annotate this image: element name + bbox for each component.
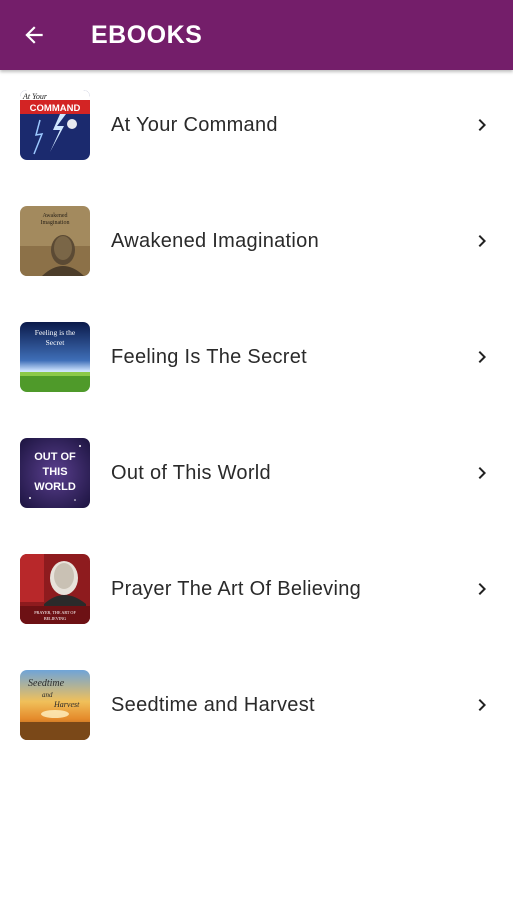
arrow-left-icon: [25, 26, 43, 44]
book-cover-awakened-imagination: Awakened Imagination: [20, 206, 90, 276]
book-cover-feeling-is-the-secret: Feeling is the Secret: [20, 322, 90, 392]
svg-text:BELIEVING: BELIEVING: [44, 616, 66, 621]
svg-text:Seedtime: Seedtime: [28, 678, 65, 689]
list-item-feeling-is-the-secret[interactable]: Feeling is the Secret Feeling Is The Sec…: [0, 302, 513, 418]
list-item-out-of-this-world[interactable]: OUT OF THIS WORLD Out of This World: [0, 418, 513, 534]
svg-text:Awakened: Awakened: [42, 213, 67, 219]
book-cover-prayer-the-art-of-believing: PRAYER, THE ART OF BELIEVING: [20, 554, 90, 624]
page-title: EBOOKS: [91, 21, 203, 49]
svg-text:Secret: Secret: [46, 338, 66, 347]
book-cover-at-your-command: At Your COMMAND: [20, 90, 90, 160]
svg-text:and: and: [42, 691, 53, 699]
chevron-right-icon: [478, 351, 486, 363]
book-title: At Your Command: [111, 114, 278, 136]
chevron-right-icon: [478, 235, 486, 247]
svg-text:At Your: At Your: [22, 92, 48, 101]
chevron-right-icon: [478, 467, 486, 479]
svg-text:COMMAND: COMMAND: [30, 103, 81, 114]
chevron-right-icon: [478, 583, 486, 595]
list-item-seedtime-and-harvest[interactable]: Seedtime and Harvest Seedtime and Harves…: [0, 650, 513, 766]
list-item-at-your-command[interactable]: At Your COMMAND At Your Command: [0, 70, 513, 186]
svg-text:OUT OF: OUT OF: [34, 451, 76, 463]
svg-text:Feeling is the: Feeling is the: [35, 328, 76, 337]
book-title: Feeling Is The Secret: [111, 346, 308, 368]
list-item-prayer-the-art-of-believing[interactable]: PRAYER, THE ART OF BELIEVING Prayer The …: [0, 534, 513, 650]
app-bar: EBOOKS: [0, 0, 513, 70]
svg-text:WORLD: WORLD: [34, 481, 76, 493]
svg-text:Harvest: Harvest: [53, 700, 80, 709]
book-title: Out of This World: [111, 462, 271, 484]
ebook-list: At Your COMMAND At Your Command Awakened…: [0, 70, 513, 766]
book-title: Prayer The Art Of Believing: [111, 578, 362, 600]
book-title: Awakened Imagination: [111, 230, 319, 252]
book-cover-seedtime-and-harvest: Seedtime and Harvest: [20, 670, 90, 740]
book-cover-out-of-this-world: OUT OF THIS WORLD: [20, 438, 90, 508]
book-title: Seedtime and Harvest: [111, 694, 315, 716]
chevron-right-icon: [478, 699, 486, 711]
svg-text:Imagination: Imagination: [41, 220, 70, 226]
chevron-right-icon: [478, 119, 486, 131]
back-button[interactable]: [12, 13, 56, 57]
list-item-awakened-imagination[interactable]: Awakened Imagination Awakened Imaginatio…: [0, 186, 513, 302]
svg-text:THIS: THIS: [42, 466, 67, 478]
